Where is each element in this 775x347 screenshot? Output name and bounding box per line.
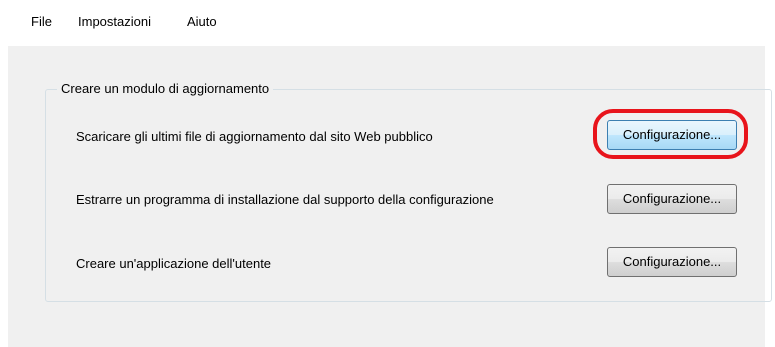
app-window: File Impostazioni Aiuto Creare un modulo… — [8, 0, 772, 347]
create-user-app-label: Creare un'applicazione dell'utente — [76, 256, 272, 271]
button-label: Configurazione... — [622, 127, 722, 142]
button-label: Configurazione... — [622, 254, 722, 269]
groupbox-title: Creare un modulo di aggiornamento — [57, 81, 274, 97]
create-user-app-configure-button[interactable]: Configurazione... — [607, 247, 737, 277]
menu-bar: File Impostazioni Aiuto — [8, 0, 765, 46]
menu-help[interactable]: Aiuto — [187, 14, 217, 30]
button-label: Configurazione... — [622, 191, 722, 206]
download-updates-label: Scaricare gli ultimi file di aggiornamen… — [76, 129, 433, 144]
extract-installer-configure-button[interactable]: Configurazione... — [607, 184, 737, 214]
extract-installer-label: Estrarre un programma di installazione d… — [76, 192, 494, 207]
menu-file[interactable]: File — [31, 14, 52, 30]
download-updates-configure-button[interactable]: Configurazione... — [607, 120, 737, 150]
menu-settings[interactable]: Impostazioni — [78, 14, 151, 30]
